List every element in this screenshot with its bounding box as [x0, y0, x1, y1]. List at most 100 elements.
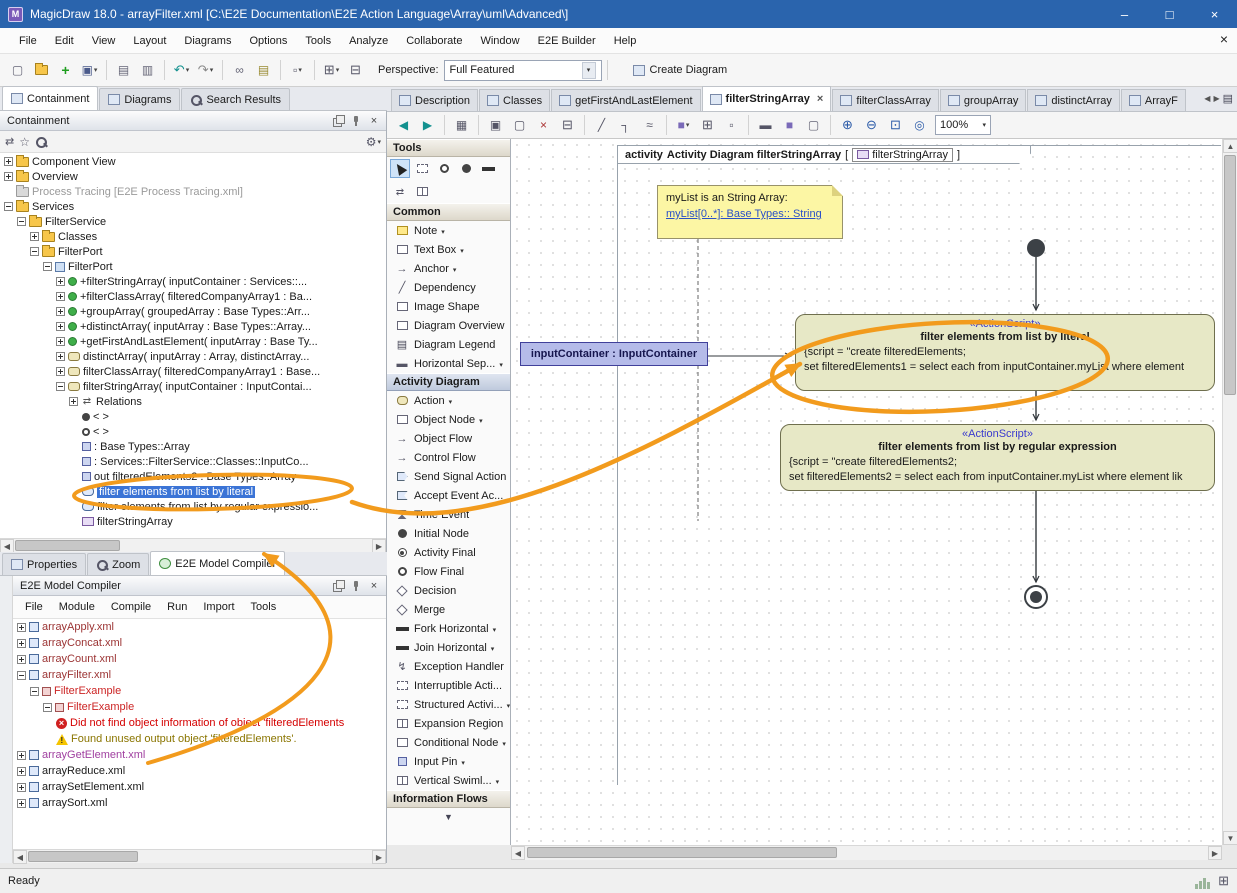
compiler-menu-file[interactable]: File: [17, 598, 51, 616]
diagram-canvas[interactable]: activity Activity Diagram filterStringAr…: [511, 139, 1222, 845]
palette-item-initial-node[interactable]: Initial Node: [387, 524, 510, 543]
pin-panel-icon[interactable]: [348, 113, 364, 128]
zoom-level-select[interactable]: 100% ▾: [935, 115, 991, 135]
sync-tree-icon[interactable]: [5, 135, 14, 148]
object-node-inputcontainer[interactable]: inputContainer : InputContainer: [520, 342, 708, 366]
action-filter-by-literal[interactable]: «ActionScript» filter elements from list…: [795, 314, 1215, 391]
fit-in-window-icon[interactable]: [884, 114, 907, 137]
tab-properties[interactable]: Properties: [2, 553, 86, 575]
open-project-button[interactable]: [30, 59, 53, 82]
perspective-select[interactable]: Full Featured ▾: [444, 60, 602, 81]
compiler-item[interactable]: FilterExample: [13, 683, 386, 699]
note-link-text[interactable]: myList[0..*]: Base Types:: String: [666, 208, 834, 220]
scroll-down-icon[interactable]: [1223, 831, 1237, 845]
palette-item-object-node[interactable]: Object Node: [387, 410, 510, 429]
palette-item-structured-activity[interactable]: Structured Activi...: [387, 695, 510, 714]
redo-button[interactable]: [194, 59, 217, 82]
diagram-vscrollbar[interactable]: [1222, 139, 1237, 845]
note-shape[interactable]: myList is an String Array: myList[0..*]:…: [657, 185, 843, 239]
actor-tool[interactable]: [456, 159, 476, 178]
palette-item-note[interactable]: Note: [387, 221, 510, 240]
expand-toggle[interactable]: [4, 157, 13, 166]
line-style-rectilinear-button[interactable]: [614, 114, 637, 137]
tree-item[interactable]: FilterService: [0, 214, 386, 229]
scroll-thumb[interactable]: [527, 847, 837, 858]
menu-file[interactable]: File: [10, 31, 46, 51]
delete-button[interactable]: [532, 114, 555, 137]
palette-item-accept-event-action[interactable]: Accept Event Ac...: [387, 486, 510, 505]
compiler-menu-run[interactable]: Run: [159, 598, 195, 616]
tab-zoom[interactable]: Zoom: [87, 553, 149, 575]
tree-item[interactable]: FilterPort: [0, 244, 386, 259]
tree-item[interactable]: Component View: [0, 154, 386, 169]
tree-item[interactable]: filterStringArray: [0, 514, 386, 529]
numbered-layout-button[interactable]: [344, 59, 367, 82]
tree-item[interactable]: +filterClassArray( filteredCompanyArray1…: [0, 289, 386, 304]
menu-window[interactable]: Window: [471, 31, 528, 51]
collapse-toggle[interactable]: [56, 382, 65, 391]
collapse-toggle[interactable]: [17, 671, 26, 680]
chevron-down-icon[interactable]: [495, 358, 503, 370]
palette-section-information-flows[interactable]: Information Flows: [387, 790, 510, 808]
maximize-button[interactable]: [1147, 0, 1192, 28]
group-button[interactable]: [556, 114, 579, 137]
expand-toggle[interactable]: [56, 367, 65, 376]
palette-section-activity-diagram[interactable]: Activity Diagram: [387, 373, 510, 391]
tab-diagrams[interactable]: Diagrams: [99, 88, 180, 110]
containment-hscrollbar[interactable]: [0, 538, 386, 552]
palette-item-interruptible-activity[interactable]: Interruptible Acti...: [387, 676, 510, 695]
palette-item-exception-handler[interactable]: Exception Handler: [387, 657, 510, 676]
chevron-down-icon[interactable]: [492, 775, 500, 787]
palette-item-diagram-legend[interactable]: Diagram Legend: [387, 335, 510, 354]
scroll-thumb[interactable]: [15, 540, 120, 551]
tab-scroll-right-icon[interactable]: [1213, 92, 1219, 105]
float-panel-icon[interactable]: [330, 578, 346, 593]
initial-node[interactable]: [1027, 239, 1045, 257]
collapse-toggle[interactable]: [30, 247, 39, 256]
palette-section-common[interactable]: Common: [387, 203, 510, 221]
palette-item-input-pin[interactable]: Input Pin: [387, 752, 510, 771]
palette-item-conditional-node[interactable]: Conditional Node: [387, 733, 510, 752]
tab-grouparray[interactable]: groupArray: [940, 89, 1026, 111]
tree-item[interactable]: +filterStringArray( inputContainer : Ser…: [0, 274, 386, 289]
tab-scroll-left-icon[interactable]: [1204, 92, 1210, 105]
compiler-menu-import[interactable]: Import: [195, 598, 242, 616]
diagram-hscrollbar[interactable]: [511, 845, 1222, 860]
chevron-down-icon[interactable]: [498, 737, 506, 749]
compiler-item[interactable]: arraySort.xml: [13, 795, 386, 811]
expand-toggle[interactable]: [56, 277, 65, 286]
palette-item-control-flow[interactable]: Control Flow: [387, 448, 510, 467]
snap-button[interactable]: [720, 114, 743, 137]
collapse-toggle[interactable]: [43, 703, 52, 712]
palette-item-action[interactable]: Action: [387, 391, 510, 410]
compiler-item[interactable]: arraySetElement.xml: [13, 779, 386, 795]
shape-fill-button[interactable]: [778, 114, 801, 137]
close-panel-icon[interactable]: [366, 578, 382, 593]
pin-panel-icon[interactable]: [348, 578, 364, 593]
print-preview-button[interactable]: [136, 59, 159, 82]
menu-tools[interactable]: Tools: [296, 31, 340, 51]
scroll-thumb[interactable]: [28, 851, 138, 862]
menu-diagrams[interactable]: Diagrams: [175, 31, 240, 51]
tree-item[interactable]: Relations: [0, 394, 386, 409]
tab-classes[interactable]: Classes: [479, 89, 550, 111]
menu-e2e-builder[interactable]: E2E Builder: [529, 31, 605, 51]
menu-view[interactable]: View: [83, 31, 125, 51]
chevron-down-icon[interactable]: [445, 395, 453, 407]
palette-item-expansion-region[interactable]: Expansion Region: [387, 714, 510, 733]
fill-color-button[interactable]: [672, 114, 695, 137]
chevron-down-icon[interactable]: [437, 225, 445, 237]
menu-help[interactable]: Help: [605, 31, 646, 51]
tree-item[interactable]: : Services::FilterService::Classes::Inpu…: [0, 454, 386, 469]
zoom-selection-icon[interactable]: [908, 114, 931, 137]
compiler-item[interactable]: arrayConcat.xml: [13, 635, 386, 651]
expand-toggle[interactable]: [17, 639, 26, 648]
scroll-thumb[interactable]: [1224, 155, 1236, 395]
pointer-tool[interactable]: [390, 159, 410, 178]
menu-edit[interactable]: Edit: [46, 31, 83, 51]
tree-item[interactable]: out filteredElements2 : Base Types::Arra…: [0, 469, 386, 484]
compiler-item[interactable]: arrayApply.xml: [13, 619, 386, 635]
collapse-toggle[interactable]: [30, 687, 39, 696]
search-icon[interactable]: [35, 136, 47, 148]
line-width-button[interactable]: [754, 114, 777, 137]
